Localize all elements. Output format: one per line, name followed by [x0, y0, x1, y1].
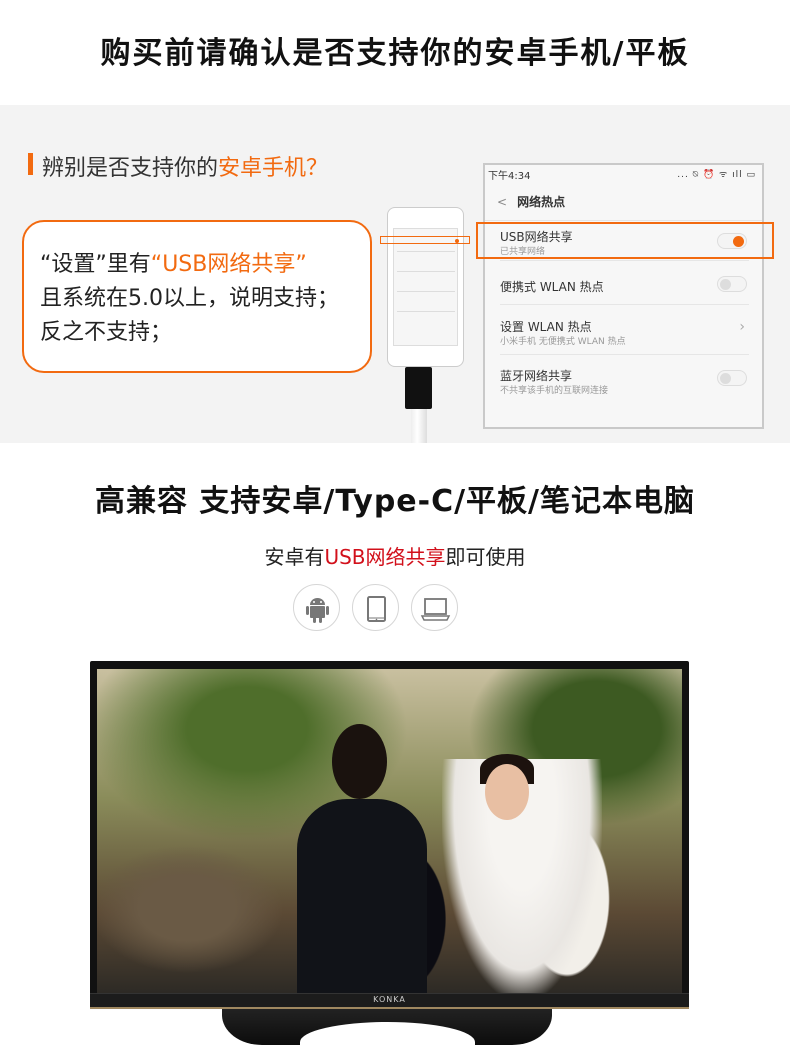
tv-bezel: KONKA — [90, 993, 689, 1009]
row-sub: 不共享该手机的互联网连接 — [500, 386, 609, 396]
accent-bar — [28, 153, 33, 175]
row-bluetooth-tethering[interactable]: 蓝牙网络共享不共享该手机的互联网连接 — [500, 355, 749, 403]
question-highlight: 安卓手机？ — [218, 156, 329, 181]
usb-adapter — [405, 367, 432, 409]
row-sub: 小米手机 无便携式 WLAN 热点 — [500, 337, 626, 347]
row-label: 设置 WLAN 热点 — [500, 320, 592, 334]
compat-subtitle: 安卓有USB网络共享即可使用 — [0, 541, 790, 570]
screen-title: 网络热点 — [517, 195, 566, 209]
question-text: 辨别是否支持你的 — [42, 156, 219, 181]
toggle-off[interactable] — [717, 276, 747, 292]
row-label: 便携式 WLAN 热点 — [500, 280, 604, 294]
instruction-box: “设置”里有“USB网络共享” 且系统在5.0以上，说明支持； 反之不支持； — [22, 220, 372, 373]
phone-illustration — [387, 207, 464, 367]
status-icons: ... ⍉ ⏰ ᯤ ıll ▭ — [677, 170, 756, 180]
tablet-icon — [352, 584, 399, 631]
chevron-right-icon: › — [739, 319, 745, 335]
laptop-icon — [411, 584, 458, 631]
back-icon[interactable]: < — [497, 195, 507, 209]
status-time: 下午4:34 — [488, 171, 531, 182]
instruction-line2: 且系统在5.0以上，说明支持； — [40, 286, 339, 311]
tv-brand-logo: KONKA — [373, 995, 406, 1004]
instruction-highlight: “USB网络共享” — [150, 252, 307, 277]
stand-cutout — [300, 1022, 475, 1062]
row-wlan-hotspot[interactable]: 便携式 WLAN 热点 — [500, 261, 749, 305]
check-question: 辨别是否支持你的安卓手机？ — [42, 150, 328, 182]
sub-suffix: 即可使用 — [445, 545, 526, 569]
sub-prefix: 安卓有 — [264, 545, 325, 569]
settings-screenshot: 下午4:34... ⍉ ⏰ ᯤ ıll ▭ < 网络热点 USB网络共享 已共享网络… — [483, 163, 764, 429]
row-label: 蓝牙网络共享 — [500, 369, 573, 383]
tv-screen-photo — [97, 669, 682, 993]
android-icon — [293, 584, 340, 631]
sub-highlight: USB网络共享 — [324, 545, 446, 569]
toggle-off[interactable] — [717, 370, 747, 386]
instruction-line3: 反之不支持； — [40, 320, 173, 345]
row-wlan-settings[interactable]: 设置 WLAN 热点小米手机 无便携式 WLAN 热点 › — [500, 305, 749, 355]
status-bar: 下午4:34 ... ⍉ ⏰ ᯤ ıll ▭ — [485, 165, 762, 183]
instruction-line1: “设置”里有 — [40, 252, 151, 277]
phone-mini-screen — [393, 228, 458, 346]
page-title: 购买前请确认是否支持你的安卓手机/平板 — [100, 36, 690, 71]
tv-illustration: KONKA — [90, 661, 689, 1009]
usb-cable — [411, 409, 427, 443]
usb-highlight-frame — [476, 222, 774, 259]
compat-title: 高兼容 支持安卓/Type-C/平板/笔记本电脑 — [94, 484, 696, 519]
mini-toggle — [455, 239, 459, 243]
nav-bar: < 网络热点 — [485, 183, 762, 221]
